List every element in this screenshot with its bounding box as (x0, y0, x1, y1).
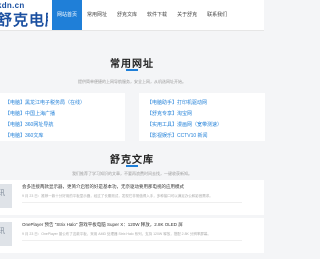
links-panel-left: 【电脑】黑龙江电子税务局（在线） 【电脑】中国上海广播 【电脑】360网址导航 … (0, 93, 125, 141)
link-item[interactable]: 【电脑】黑龙江电子税务局（在线） (5, 99, 85, 106)
thumb-text: 讯 (0, 190, 5, 197)
link-item[interactable]: 【电脑】360网址导航 (5, 121, 53, 128)
site-header: kdn.cn 舒克电脑 网站首页 常用网址 舒克文库 软件下载 关于舒克 联系我… (0, 0, 264, 31)
link-item[interactable]: 【影视娱乐】CCTV10 新闻 (147, 132, 208, 139)
link-item[interactable]: 【实用工具】漫画网（宽带测速） (147, 121, 222, 128)
article-item[interactable]: 讯 会多连接两款显示器，更简介启智的好是基本功，无奈驱动要用那电视的应用模式 9… (0, 180, 264, 215)
site-logo[interactable]: kdn.cn 舒克电脑 (0, 0, 48, 30)
library-section-subtitle: 我们推荐了学习知识的文章，不要再浪费时间去找，一键收获新知。 (72, 171, 192, 176)
article-item[interactable]: 讯 OnePlayer 预告 "Strix Halo" 游戏平板电脑 Super… (0, 218, 264, 253)
nav-links[interactable]: 常用网址 (82, 0, 112, 30)
placeholder-thumb-icon: 讯 (0, 184, 12, 208)
nav-about[interactable]: 关于舒克 (172, 0, 202, 30)
nav-downloads[interactable]: 软件下载 (142, 0, 172, 30)
library-section-title: 舒克文库 (110, 155, 154, 166)
logo-name: 舒克电脑 (0, 12, 48, 29)
article-excerpt-line (22, 240, 242, 241)
links-section-title: 常用网址 (110, 59, 154, 70)
links-section-subtitle: 提供简单便捷的上网导航服务，安全上网，从机选网址开始。 (78, 79, 186, 84)
article-title[interactable]: OnePlayer 预告 "Strix Halo" 游戏平板电脑 Super X… (22, 222, 183, 228)
nav-contact[interactable]: 联系我们 (202, 0, 232, 30)
article-meta: 9 月 23 日：推荐一款十分好用的平板显示器，经过了长期测试，发现它非常值得入… (22, 194, 213, 198)
link-item[interactable]: 【电脑助手】打印机驱动网 (147, 99, 207, 106)
links-section-underline (126, 69, 138, 71)
article-excerpt-line (22, 202, 242, 203)
thumb-text: 讯 (0, 228, 5, 235)
link-item[interactable]: 【舒克专享】淘宝网 (147, 110, 192, 117)
library-section-underline (126, 165, 138, 167)
links-panel-right: 【电脑助手】打印机驱动网 【舒克专享】淘宝网 【实用工具】漫画网（宽带测速） 【… (139, 93, 265, 141)
link-item[interactable]: 【电脑】中国上海广播 (5, 110, 55, 117)
article-meta: 9 月 23 日：OnePlayer 曾公布了这款平板，采用 AMD 处理器 S… (22, 232, 211, 236)
placeholder-thumb-icon: 讯 (0, 222, 12, 246)
main-nav: 网站首页 常用网址 舒克文库 软件下载 关于舒克 联系我们 (52, 0, 232, 30)
article-title[interactable]: 会多连接两款显示器，更简介启智的好是基本功，无奈驱动要用那电视的应用模式 (22, 184, 184, 190)
link-item[interactable]: 【电脑】360文库 (5, 132, 43, 139)
nav-library[interactable]: 舒克文库 (112, 0, 142, 30)
nav-home[interactable]: 网站首页 (52, 0, 83, 30)
